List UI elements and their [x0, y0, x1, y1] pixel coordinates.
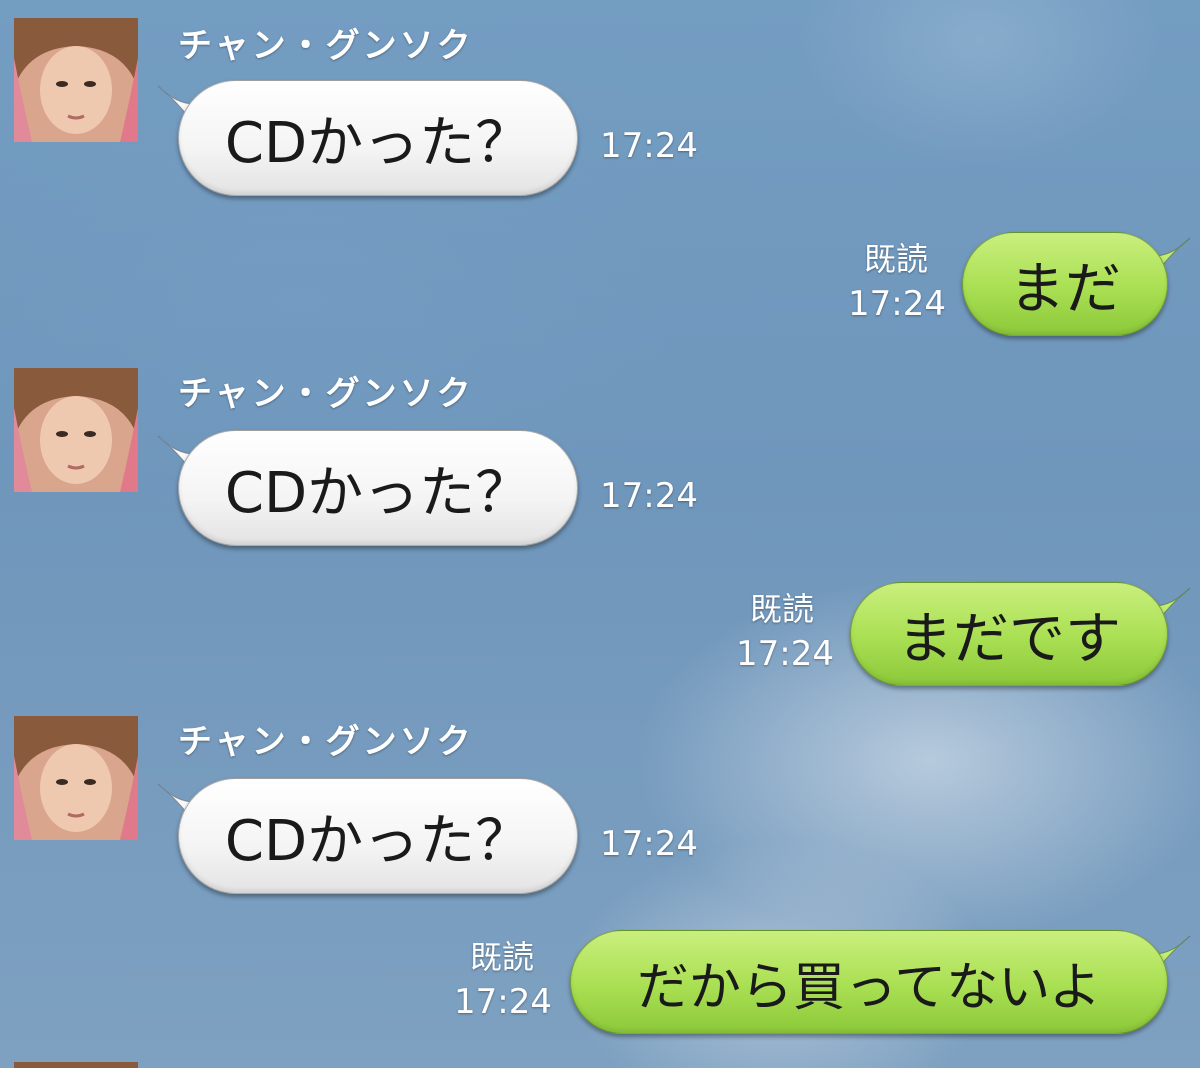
avatar[interactable]	[14, 368, 138, 492]
message-bubble[interactable]: だから買ってないよ	[570, 930, 1168, 1034]
message-bubble[interactable]: CDかった？	[178, 430, 578, 546]
message-bubble[interactable]: まだです	[850, 582, 1168, 686]
message-bubble[interactable]: CDかった？	[178, 778, 578, 894]
message-bubble[interactable]: CDかった？	[178, 80, 578, 196]
read-status: 既読	[470, 938, 535, 976]
read-status: 既読	[750, 590, 815, 628]
message-time: 17:24	[600, 126, 698, 166]
message-time: 17:24	[736, 634, 834, 674]
message-time: 17:24	[454, 982, 552, 1022]
sender-name: チャン・グンソク	[178, 374, 474, 414]
avatar[interactable]	[14, 18, 138, 142]
message-time: 17:24	[600, 476, 698, 516]
avatar[interactable]	[14, 1062, 138, 1068]
message-time: 17:24	[848, 284, 946, 324]
sender-name: チャン・グンソク	[178, 26, 474, 66]
sender-name: チャン・グンソク	[178, 722, 474, 762]
message-time: 17:24	[600, 824, 698, 864]
avatar[interactable]	[14, 716, 138, 840]
message-bubble[interactable]: まだ	[962, 232, 1168, 336]
read-status: 既読	[864, 240, 929, 278]
